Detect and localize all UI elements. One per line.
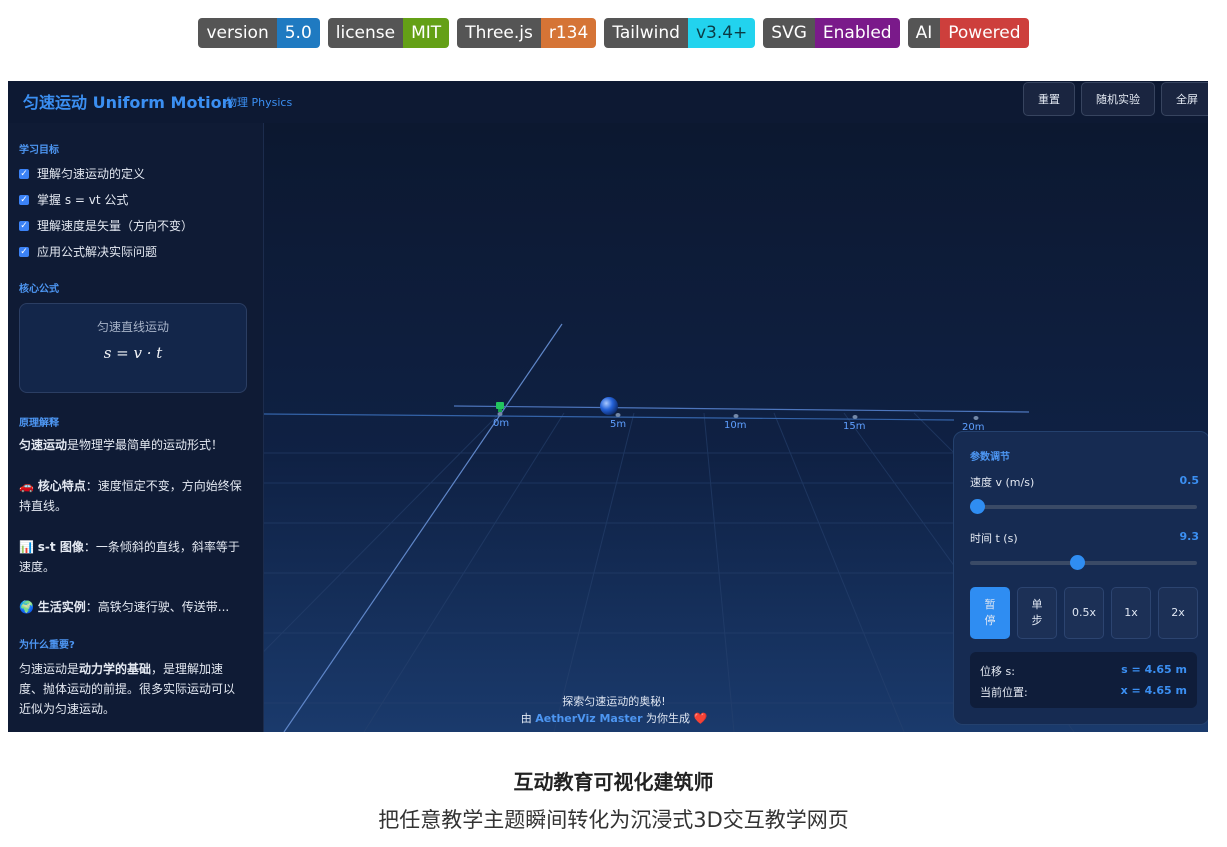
speed-value: 0.5 bbox=[1179, 474, 1200, 487]
scene-footer-credit: 由 AetherViz Master 为你生成 ❤️ bbox=[520, 712, 708, 725]
scale-tick-label: 0m bbox=[493, 418, 510, 429]
formula-heading: 核心公式 bbox=[19, 284, 59, 295]
pause-button[interactable]: 暂停 bbox=[970, 587, 1010, 639]
reset-button[interactable]: 重置 bbox=[1023, 82, 1075, 116]
time-slider[interactable] bbox=[970, 555, 1197, 570]
formula-title: 匀速直线运动 bbox=[96, 320, 169, 334]
app-window: 匀速运动 Uniform Motion 物理 Physics 重置 随机实验 全… bbox=[8, 81, 1208, 732]
app-subtitle: 物理 Physics bbox=[226, 96, 293, 109]
badge-threejs[interactable]: Three.js r134 bbox=[457, 18, 597, 48]
page-heading: 互动教育可视化建筑师 bbox=[513, 770, 714, 794]
principle-intro: 匀速运动是物理学最简单的运动形式！ bbox=[19, 438, 224, 452]
sidebar: 学习目标 ✓ 理解匀速运动的定义 ✓ 掌握 s = vt 公式 ✓ 理解速度是矢量（方… bbox=[8, 123, 264, 732]
scale-tick-label: 5m bbox=[610, 419, 627, 430]
panel-title: 参数调节 bbox=[970, 452, 1010, 463]
speed-2x-button[interactable]: 2x bbox=[1158, 587, 1198, 639]
author-link[interactable]: AetherViz Master bbox=[535, 712, 642, 725]
goals-heading: 学习目标 bbox=[19, 145, 59, 156]
position-value: x = 4.65 m bbox=[1120, 684, 1187, 697]
chart-icon: 📊 bbox=[19, 540, 34, 554]
badge-row: version 5.0 license MIT Three.js r134 Tailw… bbox=[0, 18, 1227, 48]
goal-item[interactable]: ✓ 理解速度是矢量（方向不变） bbox=[19, 217, 193, 234]
speed-0.5x-button[interactable]: 0.5x bbox=[1064, 587, 1104, 639]
speed-1x-button[interactable]: 1x bbox=[1111, 587, 1151, 639]
checkbox-icon[interactable]: ✓ bbox=[19, 220, 29, 231]
badge-ai[interactable]: AI Powered bbox=[907, 18, 1029, 48]
fullscreen-button[interactable]: 全屏 bbox=[1161, 82, 1208, 116]
readout-box: 位移 s: s = 4.65 m 当前位置: x = 4.65 m bbox=[970, 652, 1197, 708]
goal-item[interactable]: ✓ 掌握 s = vt 公式 bbox=[19, 191, 128, 208]
formula-card: 匀速直线运动 s = v · t bbox=[19, 303, 247, 393]
speed-slider[interactable] bbox=[970, 499, 1197, 514]
badge-tailwind[interactable]: Tailwind v3.4+ bbox=[604, 18, 756, 48]
app-title: 匀速运动 Uniform Motion bbox=[23, 93, 233, 112]
random-experiment-button[interactable]: 随机实验 bbox=[1081, 82, 1155, 116]
displacement-value: s = 4.65 m bbox=[1121, 663, 1187, 676]
parameter-panel: 参数调节 速度 v (m/s) 0.5 时间 t (s) 9.3 暂停 单步 0… bbox=[953, 431, 1208, 725]
principle-heading: 原理解释 bbox=[19, 418, 59, 429]
scale-tick-label: 10m bbox=[724, 420, 747, 431]
principle-feature: 🚗 核心特点：速度恒定不变，方向始终保持直线。 bbox=[19, 479, 242, 513]
time-label: 时间 t (s) bbox=[970, 532, 1018, 545]
goal-item[interactable]: ✓ 理解匀速运动的定义 bbox=[19, 165, 145, 182]
scale-tick-label: 15m bbox=[843, 421, 866, 432]
badge-svg[interactable]: SVG Enabled bbox=[763, 18, 900, 48]
principle-example: 🌍 生活实例：高铁匀速行驶、传送带... bbox=[19, 600, 230, 614]
speed-slider-thumb[interactable] bbox=[970, 499, 985, 514]
globe-icon: 🌍 bbox=[19, 600, 34, 614]
goal-item[interactable]: ✓ 应用公式解决实际问题 bbox=[19, 243, 157, 260]
why-text: 匀速运动是动力学的基础，是理解加速度、抛体运动的前提。很多实际运动可以近似为匀速… bbox=[19, 662, 236, 716]
position-row: 当前位置: x = 4.65 m bbox=[980, 684, 1187, 699]
scene-footer-text: 探索匀速运动的奥秘! bbox=[562, 695, 666, 708]
time-value: 9.3 bbox=[1179, 530, 1200, 543]
car-icon: 🚗 bbox=[19, 479, 34, 493]
displacement-row: 位移 s: s = 4.65 m bbox=[980, 663, 1187, 678]
badge-license[interactable]: license MIT bbox=[327, 18, 450, 48]
why-heading: 为什么重要? bbox=[19, 640, 75, 651]
formula-equation: s = v · t bbox=[103, 344, 163, 362]
principle-graph: 📊 s-t 图像：一条倾斜的直线，斜率等于速度。 bbox=[19, 540, 240, 574]
speed-label: 速度 v (m/s) bbox=[970, 476, 1035, 489]
checkbox-icon[interactable]: ✓ bbox=[19, 168, 29, 179]
step-button[interactable]: 单步 bbox=[1017, 587, 1057, 639]
top-bar: 匀速运动 Uniform Motion 物理 Physics 重置 随机实验 全… bbox=[8, 81, 1208, 124]
badge-version[interactable]: version 5.0 bbox=[198, 18, 320, 48]
checkbox-icon[interactable]: ✓ bbox=[19, 246, 29, 257]
checkbox-icon[interactable]: ✓ bbox=[19, 194, 29, 205]
page-subheading: 把任意教学主题瞬间转化为沉浸式3D交互教学网页 bbox=[378, 808, 849, 832]
time-slider-thumb[interactable] bbox=[1069, 555, 1085, 570]
